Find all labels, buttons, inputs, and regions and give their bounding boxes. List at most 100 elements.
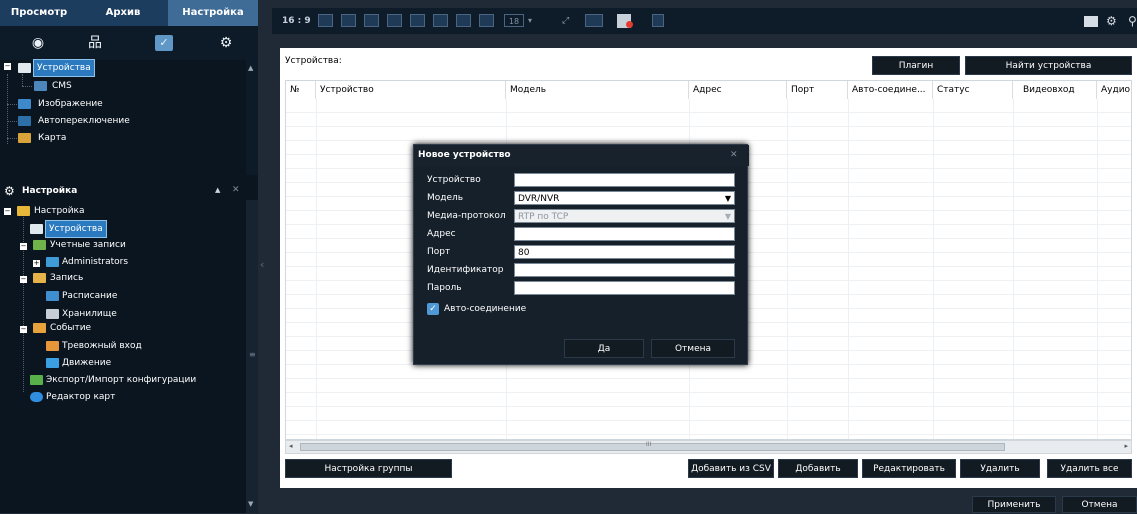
collapse-icon[interactable]: ▲ [215, 186, 220, 194]
scroll-thumb[interactable]: III [300, 441, 1005, 451]
scroll-down-icon[interactable]: ▼ [248, 500, 253, 508]
layout-1-icon[interactable] [318, 14, 333, 27]
panel-collapse-icon[interactable]: ‹ [260, 258, 270, 278]
screen-icon[interactable] [1084, 16, 1098, 27]
tree-item-alarm-input[interactable]: Тревожный вход [62, 338, 142, 354]
model-select[interactable]: DVR/NVR ▼ [514, 191, 735, 205]
col-model[interactable]: Модель [506, 81, 689, 99]
chevron-down-icon[interactable]: ▼ [725, 192, 731, 206]
table-row[interactable] [286, 127, 1131, 141]
edit-button[interactable]: Редактировать [862, 459, 956, 478]
col-port[interactable]: Порт [787, 81, 848, 99]
tree-item-autoswitch[interactable]: Автопереключение [38, 113, 130, 129]
tree-item-image[interactable]: Изображение [38, 96, 103, 112]
tree-item-accounts[interactable]: Учетные записи [50, 237, 126, 253]
layout-6-icon[interactable] [364, 14, 379, 27]
collapse-icon[interactable]: − [20, 326, 27, 333]
plugin-button[interactable]: Плагин [872, 56, 960, 75]
gear-icon[interactable]: ⚙ [215, 33, 237, 53]
collapse-icon[interactable]: − [20, 276, 27, 283]
tree-item-devices[interactable]: Устройства [33, 59, 95, 77]
tree-item-event[interactable]: Событие [50, 320, 91, 336]
chevron-down-icon[interactable]: ▾ [528, 13, 532, 29]
dialog-cancel-button[interactable]: Отмена [651, 339, 735, 358]
auto-connect-checkbox[interactable]: ✓ [427, 303, 439, 315]
col-audio[interactable]: Аудио [1097, 81, 1131, 99]
tree-item-administrators[interactable]: Administrators [62, 254, 128, 270]
settings-tree: − Настройка Устройства − Учетные записи … [0, 203, 246, 403]
tab-settings[interactable]: Настройка [168, 0, 258, 26]
delete-all-button[interactable]: Удалить все [1047, 459, 1132, 478]
auto-connect-label: Авто-соединение [444, 304, 527, 314]
scrollbar-upper[interactable]: ▲ [246, 60, 258, 175]
fullscreen-icon[interactable]: ⤢ [562, 13, 569, 29]
settings-gear-icon[interactable]: ⚙ [1106, 13, 1117, 29]
password-input[interactable] [514, 281, 735, 295]
layout-16-icon[interactable] [456, 14, 471, 27]
settings-check-icon[interactable]: ✓ [155, 35, 173, 51]
table-row[interactable] [286, 393, 1131, 407]
close-icon[interactable]: ✕ [730, 150, 738, 160]
tree-item-settings[interactable]: Настройка [34, 203, 85, 219]
tree-item-cms[interactable]: CMS [52, 78, 72, 94]
address-input[interactable] [514, 227, 735, 241]
group-settings-button[interactable]: Настройка группы [285, 459, 452, 478]
col-autoconnect[interactable]: Авто-соедине... [848, 81, 933, 99]
search-icon[interactable]: ⚲ [1128, 13, 1137, 29]
layout-4-icon[interactable] [341, 14, 356, 27]
add-button[interactable]: Добавить [778, 459, 858, 478]
tree-view-icon[interactable] [652, 14, 664, 27]
tree-item-export-import[interactable]: Экспорт/Импорт конфигурации [46, 372, 196, 388]
close-icon[interactable]: ✕ [232, 185, 240, 195]
layout-count-select[interactable]: 18 [504, 14, 524, 27]
tab-archive[interactable]: Архив [78, 0, 168, 26]
label-address: Адрес [427, 229, 456, 239]
network-icon[interactable]: 品 [84, 33, 106, 53]
label-model: Модель [427, 193, 464, 203]
col-address[interactable]: Адрес [689, 81, 787, 99]
collapse-icon[interactable]: − [20, 243, 27, 250]
layout-25-icon[interactable] [479, 14, 494, 27]
collapse-icon[interactable]: − [4, 208, 11, 215]
globe-icon [30, 392, 43, 402]
tree-item-map[interactable]: Карта [38, 130, 66, 146]
port-input[interactable]: 80 [514, 245, 735, 259]
scroll-right-icon[interactable]: ▸ [1124, 442, 1128, 450]
scroll-grip-icon[interactable]: ≡ [249, 350, 256, 359]
cancel-button[interactable]: Отмена [1062, 496, 1137, 513]
apply-button[interactable]: Применить [972, 496, 1056, 513]
find-devices-button[interactable]: Найти устройства [965, 56, 1132, 75]
col-number[interactable]: № [286, 81, 316, 99]
layout-9-icon[interactable] [410, 14, 425, 27]
tree-item-devices-settings[interactable]: Устройства [45, 220, 107, 238]
scrollbar-settings[interactable]: ≡ ▼ [246, 200, 258, 513]
scroll-up-icon[interactable]: ▲ [248, 64, 253, 72]
layout-8-icon[interactable] [387, 14, 402, 27]
layout-13-icon[interactable] [433, 14, 448, 27]
identifier-input[interactable] [514, 263, 735, 277]
tree-item-map-editor[interactable]: Редактор карт [46, 389, 115, 405]
table-row[interactable] [286, 99, 1131, 113]
device-name-input[interactable] [514, 173, 735, 187]
tree-item-motion[interactable]: Движение [62, 355, 111, 371]
tree-item-schedule[interactable]: Расписание [62, 288, 117, 304]
table-row[interactable] [286, 113, 1131, 127]
aspect-ratio[interactable]: 16 : 9 [282, 13, 311, 29]
expand-icon[interactable]: + [33, 260, 40, 267]
col-video-input[interactable]: Видеовход [1013, 81, 1097, 99]
table-row[interactable] [286, 379, 1131, 393]
tree-item-record[interactable]: Запись [50, 270, 83, 286]
scroll-left-icon[interactable]: ◂ [289, 442, 293, 450]
eye-icon[interactable]: ◉ [27, 33, 49, 53]
delete-button[interactable]: Удалить [960, 459, 1040, 478]
monitor-icon[interactable] [585, 14, 603, 27]
ok-button[interactable]: Да [564, 339, 644, 358]
table-row[interactable] [286, 421, 1131, 435]
table-row[interactable] [286, 365, 1131, 379]
add-from-csv-button[interactable]: Добавить из CSV [688, 459, 774, 478]
col-status[interactable]: Статус [933, 81, 1013, 99]
table-row[interactable] [286, 407, 1131, 421]
collapse-icon[interactable]: − [4, 63, 11, 70]
tab-view[interactable]: Просмотр [0, 0, 78, 26]
col-device[interactable]: Устройство [316, 81, 506, 99]
